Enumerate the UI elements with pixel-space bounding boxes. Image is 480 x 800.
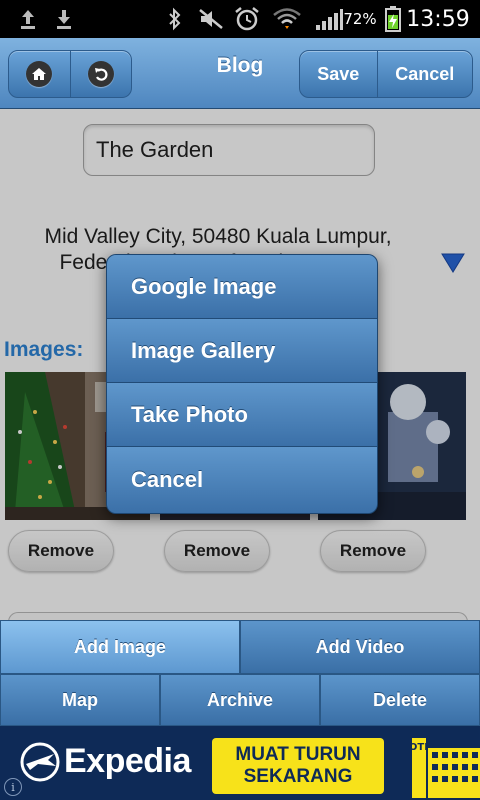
- download-icon: [50, 0, 78, 38]
- map-button[interactable]: Map: [0, 674, 160, 726]
- status-bar: 72% 13:59: [0, 0, 480, 38]
- save-button[interactable]: Save: [300, 51, 377, 97]
- clock: 13:59: [406, 6, 470, 32]
- delete-button[interactable]: Delete: [320, 674, 480, 726]
- archive-button[interactable]: Archive: [160, 674, 320, 726]
- mute-icon: [196, 0, 226, 38]
- header-bar: Blog Save Cancel: [0, 38, 480, 109]
- bottom-toolbar: Add Image Add Video Map Archive Delete: [0, 620, 480, 726]
- battery-charging-icon: [382, 0, 404, 38]
- action-button-group: Save Cancel: [299, 50, 473, 98]
- ad-info-icon[interactable]: i: [4, 778, 22, 796]
- image-source-menu: Google Image Image Gallery Take Photo Ca…: [106, 254, 378, 514]
- ad-cta-button[interactable]: MUAT TURUN SEKARANG: [212, 738, 384, 794]
- ad-cta-line-1: MUAT TURUN: [235, 744, 361, 765]
- nav-button-group: [8, 50, 132, 98]
- menu-item-image-gallery[interactable]: Image Gallery: [107, 319, 377, 383]
- home-button[interactable]: [9, 51, 70, 97]
- menu-item-cancel[interactable]: Cancel: [107, 447, 377, 513]
- upload-icon: [14, 0, 42, 38]
- wifi-icon: [270, 0, 304, 38]
- add-video-button[interactable]: Add Video: [240, 620, 480, 674]
- page-title: Blog: [216, 54, 264, 77]
- ad-brand: Expedia: [64, 742, 191, 780]
- ad-banner[interactable]: Expedia MUAT TURUN SEKARANG HOTEL: [0, 726, 480, 800]
- ad-cta-line-2: SEKARANG: [243, 766, 353, 787]
- undo-icon: [87, 61, 114, 87]
- expedia-logo-icon: [18, 740, 62, 788]
- add-image-button[interactable]: Add Image: [0, 620, 240, 674]
- menu-item-google-image[interactable]: Google Image: [107, 255, 377, 319]
- bluetooth-icon: [162, 0, 188, 38]
- alarm-icon: [232, 0, 262, 38]
- home-icon: [26, 61, 53, 87]
- battery-percent: 72%: [343, 10, 377, 28]
- back-button[interactable]: [69, 51, 132, 97]
- cancel-button[interactable]: Cancel: [376, 51, 472, 97]
- menu-item-take-photo[interactable]: Take Photo: [107, 383, 377, 447]
- hotel-sign-icon: HOTEL: [401, 736, 480, 800]
